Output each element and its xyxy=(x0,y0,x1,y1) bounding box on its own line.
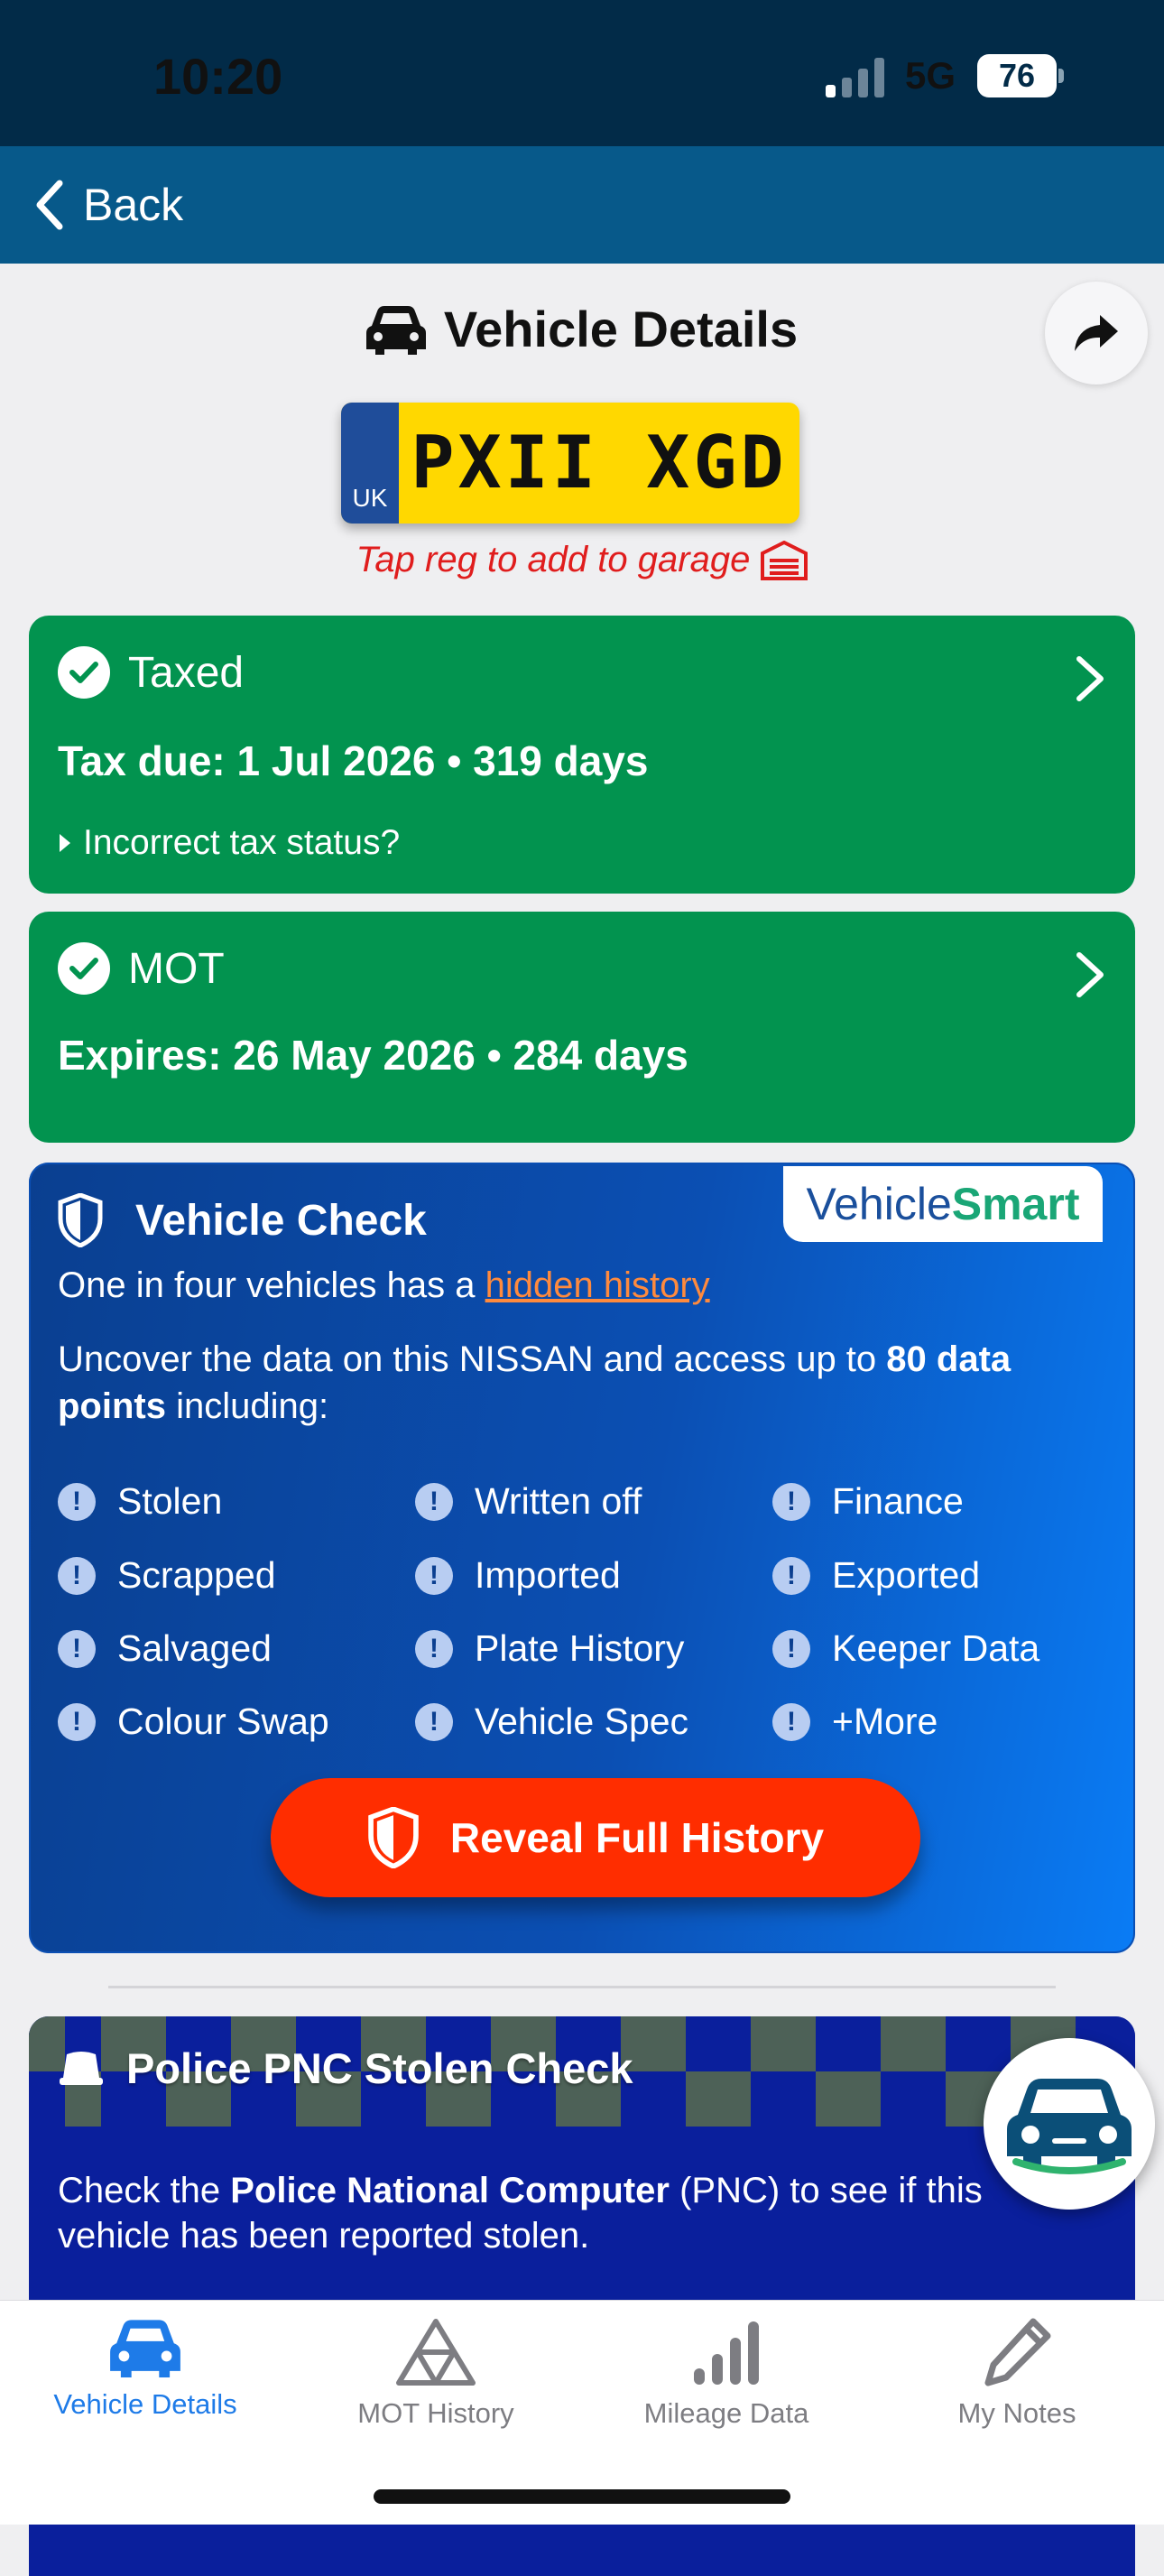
tab-label: Mileage Data xyxy=(643,2397,809,2429)
back-button[interactable]: Back xyxy=(34,175,183,235)
network-type: 5G xyxy=(905,54,956,97)
car-icon xyxy=(110,2320,180,2377)
garage-icon xyxy=(761,540,808,580)
feature-item: ! Salvaged xyxy=(58,1627,272,1670)
info-exclamation-icon: ! xyxy=(58,1556,96,1595)
back-label: Back xyxy=(83,180,184,230)
feature-item: ! Keeper Data xyxy=(772,1627,1039,1670)
mot-triangle-icon xyxy=(396,2319,476,2386)
hidden-history-intro: One in four vehicles has a hidden histor… xyxy=(58,1265,710,1305)
plate-registration: PXII XGD xyxy=(411,421,788,505)
tab-mot-history[interactable]: MOT History xyxy=(291,2318,581,2430)
vehiclesmart-logo: Vehicle Smart xyxy=(783,1166,1103,1242)
share-button[interactable] xyxy=(1045,282,1148,385)
car-front-icon xyxy=(1007,2079,1132,2174)
chevron-right-icon xyxy=(1076,656,1104,701)
police-check-description: Check the Police National Computer (PNC)… xyxy=(58,2171,983,2256)
vehicle-check-panel: Vehicle Smart Vehicle Check One in four v… xyxy=(29,1163,1135,1953)
tax-status: Taxed xyxy=(128,648,245,697)
tab-label: My Notes xyxy=(957,2397,1076,2429)
battery-tip xyxy=(1058,69,1064,83)
pencil-icon xyxy=(984,2318,1051,2386)
info-exclamation-icon: ! xyxy=(415,1702,453,1741)
info-exclamation-icon: ! xyxy=(772,1482,810,1521)
info-exclamation-icon: ! xyxy=(58,1629,96,1668)
vehicle-check-title: Vehicle Check xyxy=(135,1196,427,1245)
tab-vehicle-details[interactable]: Vehicle Details xyxy=(0,2318,291,2421)
feature-item: ! Stolen xyxy=(58,1480,222,1523)
vehicle-check-title-row: Vehicle Check xyxy=(58,1193,427,1247)
info-exclamation-icon: ! xyxy=(415,1629,453,1668)
bar-chart-icon xyxy=(694,2321,759,2385)
reveal-full-history-button[interactable]: Reveal Full History xyxy=(271,1778,920,1897)
status-time: 10:20 xyxy=(153,48,283,105)
section-divider xyxy=(108,1986,1056,1988)
police-hat-icon xyxy=(60,2051,103,2085)
battery-icon: 76 xyxy=(977,54,1057,97)
check-circle-icon xyxy=(58,942,110,995)
hidden-history-link[interactable]: hidden history xyxy=(485,1265,710,1305)
feature-item: ! Imported xyxy=(415,1554,621,1597)
mot-status-card[interactable]: MOT Expires: 26 May 2026 • 284 days xyxy=(29,912,1135,1143)
garage-fab-button[interactable] xyxy=(984,2038,1155,2210)
shield-icon xyxy=(368,1807,419,1868)
info-exclamation-icon: ! xyxy=(772,1629,810,1668)
feature-item: ! Plate History xyxy=(415,1627,684,1670)
info-exclamation-icon: ! xyxy=(772,1702,810,1741)
page-title: Vehicle Details xyxy=(443,301,799,357)
garage-hint-text: Tap reg to add to garage xyxy=(356,540,751,579)
police-check-title-row: Police PNC Stolen Check xyxy=(58,2043,633,2093)
share-arrow-icon xyxy=(1075,315,1118,351)
info-exclamation-icon: ! xyxy=(415,1482,453,1521)
chevron-right-icon xyxy=(1076,952,1104,997)
plate-country: UK xyxy=(352,484,388,512)
feature-item: ! Exported xyxy=(772,1554,980,1597)
feature-item: ! Vehicle Spec xyxy=(415,1700,688,1743)
cellular-signal-icon xyxy=(826,58,884,97)
tax-status-card[interactable]: Taxed Tax due: 1 Jul 2026 • 319 days Inc… xyxy=(29,616,1135,894)
info-exclamation-icon: ! xyxy=(58,1702,96,1741)
feature-item: ! Written off xyxy=(415,1480,642,1523)
tax-card-header: Taxed xyxy=(58,646,244,699)
tab-my-notes[interactable]: My Notes xyxy=(872,2318,1162,2430)
feature-item: ! Scrapped xyxy=(58,1554,276,1597)
tab-label: Vehicle Details xyxy=(53,2388,237,2420)
mot-card-header: MOT xyxy=(58,942,225,995)
check-circle-icon xyxy=(58,646,110,699)
mot-status: MOT xyxy=(128,944,225,993)
feature-item: ! +More xyxy=(772,1700,938,1743)
data-points-description: Uncover the data on this NISSAN and acce… xyxy=(58,1339,1012,1426)
tax-due-line: Tax due: 1 Jul 2026 • 319 days xyxy=(58,737,649,784)
page-title-row: Vehicle Details xyxy=(0,300,1164,358)
plate-country-strip: UK xyxy=(341,403,399,524)
home-indicator xyxy=(374,2489,790,2504)
caret-right-icon xyxy=(60,834,70,852)
chevron-left-icon xyxy=(36,180,63,230)
info-exclamation-icon: ! xyxy=(415,1556,453,1595)
incorrect-tax-link[interactable]: Incorrect tax status? xyxy=(58,823,400,863)
feature-item: ! Colour Swap xyxy=(58,1700,329,1743)
car-icon xyxy=(365,305,426,355)
info-exclamation-icon: ! xyxy=(58,1482,96,1521)
shield-icon xyxy=(58,1193,103,1247)
add-to-garage-hint[interactable]: Tap reg to add to garage xyxy=(0,540,1164,580)
mot-expiry-line: Expires: 26 May 2026 • 284 days xyxy=(58,1032,688,1079)
registration-plate[interactable]: UK PXII XGD xyxy=(341,403,799,524)
reveal-button-label: Reveal Full History xyxy=(449,1814,825,1861)
tab-mileage-data[interactable]: Mileage Data xyxy=(581,2318,872,2430)
tab-label: MOT History xyxy=(357,2397,514,2429)
incorrect-tax-label: Incorrect tax status? xyxy=(83,823,401,862)
police-check-title: Police PNC Stolen Check xyxy=(126,2044,633,2092)
feature-item: ! Finance xyxy=(772,1480,964,1523)
info-exclamation-icon: ! xyxy=(772,1556,810,1595)
